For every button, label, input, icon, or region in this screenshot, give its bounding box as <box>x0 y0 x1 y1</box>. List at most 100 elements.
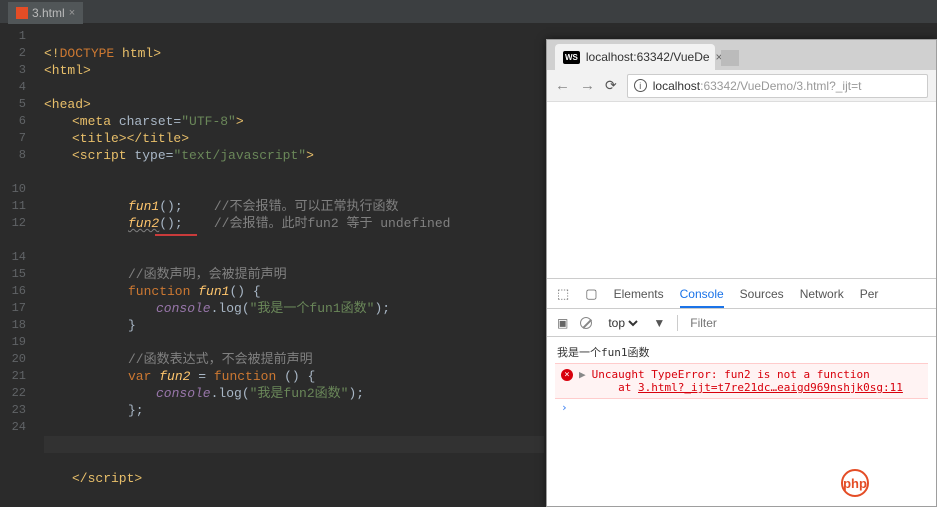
code-token: (); <box>159 199 182 214</box>
toggle-sidebar-icon[interactable]: ▣ <box>557 316 568 330</box>
code-token: <html> <box>44 63 91 78</box>
line-number: 6 <box>0 113 26 130</box>
ide-tab-bar: 3.html × <box>0 0 937 24</box>
code-token: var <box>128 369 159 384</box>
clear-console-icon[interactable] <box>580 317 592 329</box>
code-token: charset= <box>119 114 181 129</box>
logo-text: 中文网 <box>875 471 923 495</box>
line-number: 24 <box>0 419 26 436</box>
line-number: 14 <box>0 249 26 266</box>
webstorm-favicon-icon: WS <box>563 51 580 64</box>
code-token: <meta <box>72 114 119 129</box>
back-icon[interactable]: ← <box>555 77 570 94</box>
url-path: :63342/VueDemo/3.html?_ijt=t <box>700 79 861 93</box>
code-token: html <box>122 46 153 61</box>
html-file-icon <box>16 7 28 19</box>
browser-tab[interactable]: WS localhost:63342/VueDe × <box>555 44 715 70</box>
logo-badge: php <box>841 469 869 497</box>
code-token: ); <box>374 301 390 316</box>
code-token: fun1 <box>128 199 159 214</box>
console-filter-input[interactable] <box>690 316 770 330</box>
error-source-link[interactable]: 3.html?_ijt=t7re21dc…eaigd969nshjk0sg:11 <box>638 381 903 394</box>
console-prompt[interactable]: › <box>555 399 928 416</box>
code-token: "我是一个fun1函数" <box>250 301 375 316</box>
code-comment: //函数表达式，不会被提前声明 <box>128 352 313 367</box>
code-comment: //函数声明，会被提前声明 <box>128 267 287 282</box>
line-number: 11 <box>0 198 26 215</box>
code-token: () { <box>229 284 260 299</box>
code-token: .log( <box>211 301 250 316</box>
watermark-logo: php 中文网 <box>841 469 923 497</box>
error-icon: × <box>561 369 573 381</box>
code-token: (); <box>159 216 182 231</box>
url-input[interactable]: i localhost:63342/VueDemo/3.html?_ijt=t <box>627 74 928 98</box>
code-token: fun2 <box>128 216 159 231</box>
code-token: </script> <box>72 471 142 486</box>
inspect-icon[interactable]: ⬚ <box>557 286 569 302</box>
close-icon[interactable]: × <box>69 7 75 19</box>
url-host: localhost <box>653 79 700 93</box>
code-editor[interactable]: <!DOCTYPE html> <html> <head> <meta char… <box>36 24 544 507</box>
ide-tab-label: 3.html <box>32 6 65 20</box>
code-token: }; <box>128 403 144 418</box>
line-number: 5 <box>0 96 26 113</box>
line-number: 8 <box>0 147 26 164</box>
code-token: type= <box>134 148 173 163</box>
context-selector[interactable]: top <box>604 315 641 331</box>
devtools-tabs: ⬚ ▢ Elements Console Sources Network Per <box>547 279 936 309</box>
line-number: 4 <box>0 79 26 96</box>
code-token: > <box>306 148 314 163</box>
line-number: 7 <box>0 130 26 147</box>
console-toolbar: ▣ top ▼ <box>547 309 936 337</box>
line-number: 19 <box>0 334 26 351</box>
error-at: at <box>618 381 638 394</box>
reload-icon[interactable]: ⟳ <box>605 77 617 94</box>
line-number-gutter: 12345678 101112 1415161718192021222324 <box>0 24 36 507</box>
code-token: <! <box>44 46 60 61</box>
code-token: fun2 <box>159 369 190 384</box>
ide-file-tab[interactable]: 3.html × <box>8 2 83 24</box>
new-tab-button[interactable] <box>721 50 739 66</box>
error-message: Uncaught TypeError: fun2 is not a functi… <box>592 368 870 381</box>
console-log-line: 我是一个fun1函数 <box>555 341 928 363</box>
code-token: = <box>190 369 213 384</box>
line-number: 10 <box>0 181 26 198</box>
tab-console[interactable]: Console <box>680 287 724 308</box>
browser-tab-strip: WS localhost:63342/VueDe × <box>547 40 936 70</box>
site-info-icon[interactable]: i <box>634 79 647 92</box>
code-token: "我是fun2函数" <box>250 386 349 401</box>
line-number: 21 <box>0 368 26 385</box>
code-token: > <box>236 114 244 129</box>
line-number <box>0 232 26 249</box>
code-token: function <box>128 284 198 299</box>
tab-performance[interactable]: Per <box>860 287 879 301</box>
code-comment: //不会报错。可以正常执行函数 <box>214 199 399 214</box>
code-token: .log( <box>211 386 250 401</box>
line-number: 18 <box>0 317 26 334</box>
code-token: <head> <box>44 97 91 112</box>
line-number: 2 <box>0 45 26 62</box>
code-token: () { <box>284 369 315 384</box>
forward-icon: → <box>580 77 595 94</box>
line-number: 16 <box>0 283 26 300</box>
devtools-panel: ⬚ ▢ Elements Console Sources Network Per… <box>547 278 936 420</box>
error-underline <box>155 234 197 236</box>
expand-icon[interactable]: ▶ <box>579 368 586 394</box>
browser-tab-title: localhost:63342/VueDe <box>586 50 710 64</box>
device-toggle-icon[interactable]: ▢ <box>585 286 597 302</box>
code-token: <script <box>72 148 134 163</box>
line-number: 22 <box>0 385 26 402</box>
line-number: 20 <box>0 351 26 368</box>
browser-window: WS localhost:63342/VueDe × ← → ⟳ i local… <box>546 39 937 507</box>
line-number <box>0 164 26 181</box>
line-number: 17 <box>0 300 26 317</box>
code-token: console <box>156 386 211 401</box>
code-token: } <box>128 318 136 333</box>
tab-sources[interactable]: Sources <box>740 287 784 301</box>
tab-network[interactable]: Network <box>800 287 844 301</box>
line-number: 1 <box>0 28 26 45</box>
tab-elements[interactable]: Elements <box>614 287 664 301</box>
code-token: > <box>153 46 161 61</box>
line-number <box>0 436 26 453</box>
code-comment: //会报错。此时fun2 等于 undefined <box>214 216 451 231</box>
